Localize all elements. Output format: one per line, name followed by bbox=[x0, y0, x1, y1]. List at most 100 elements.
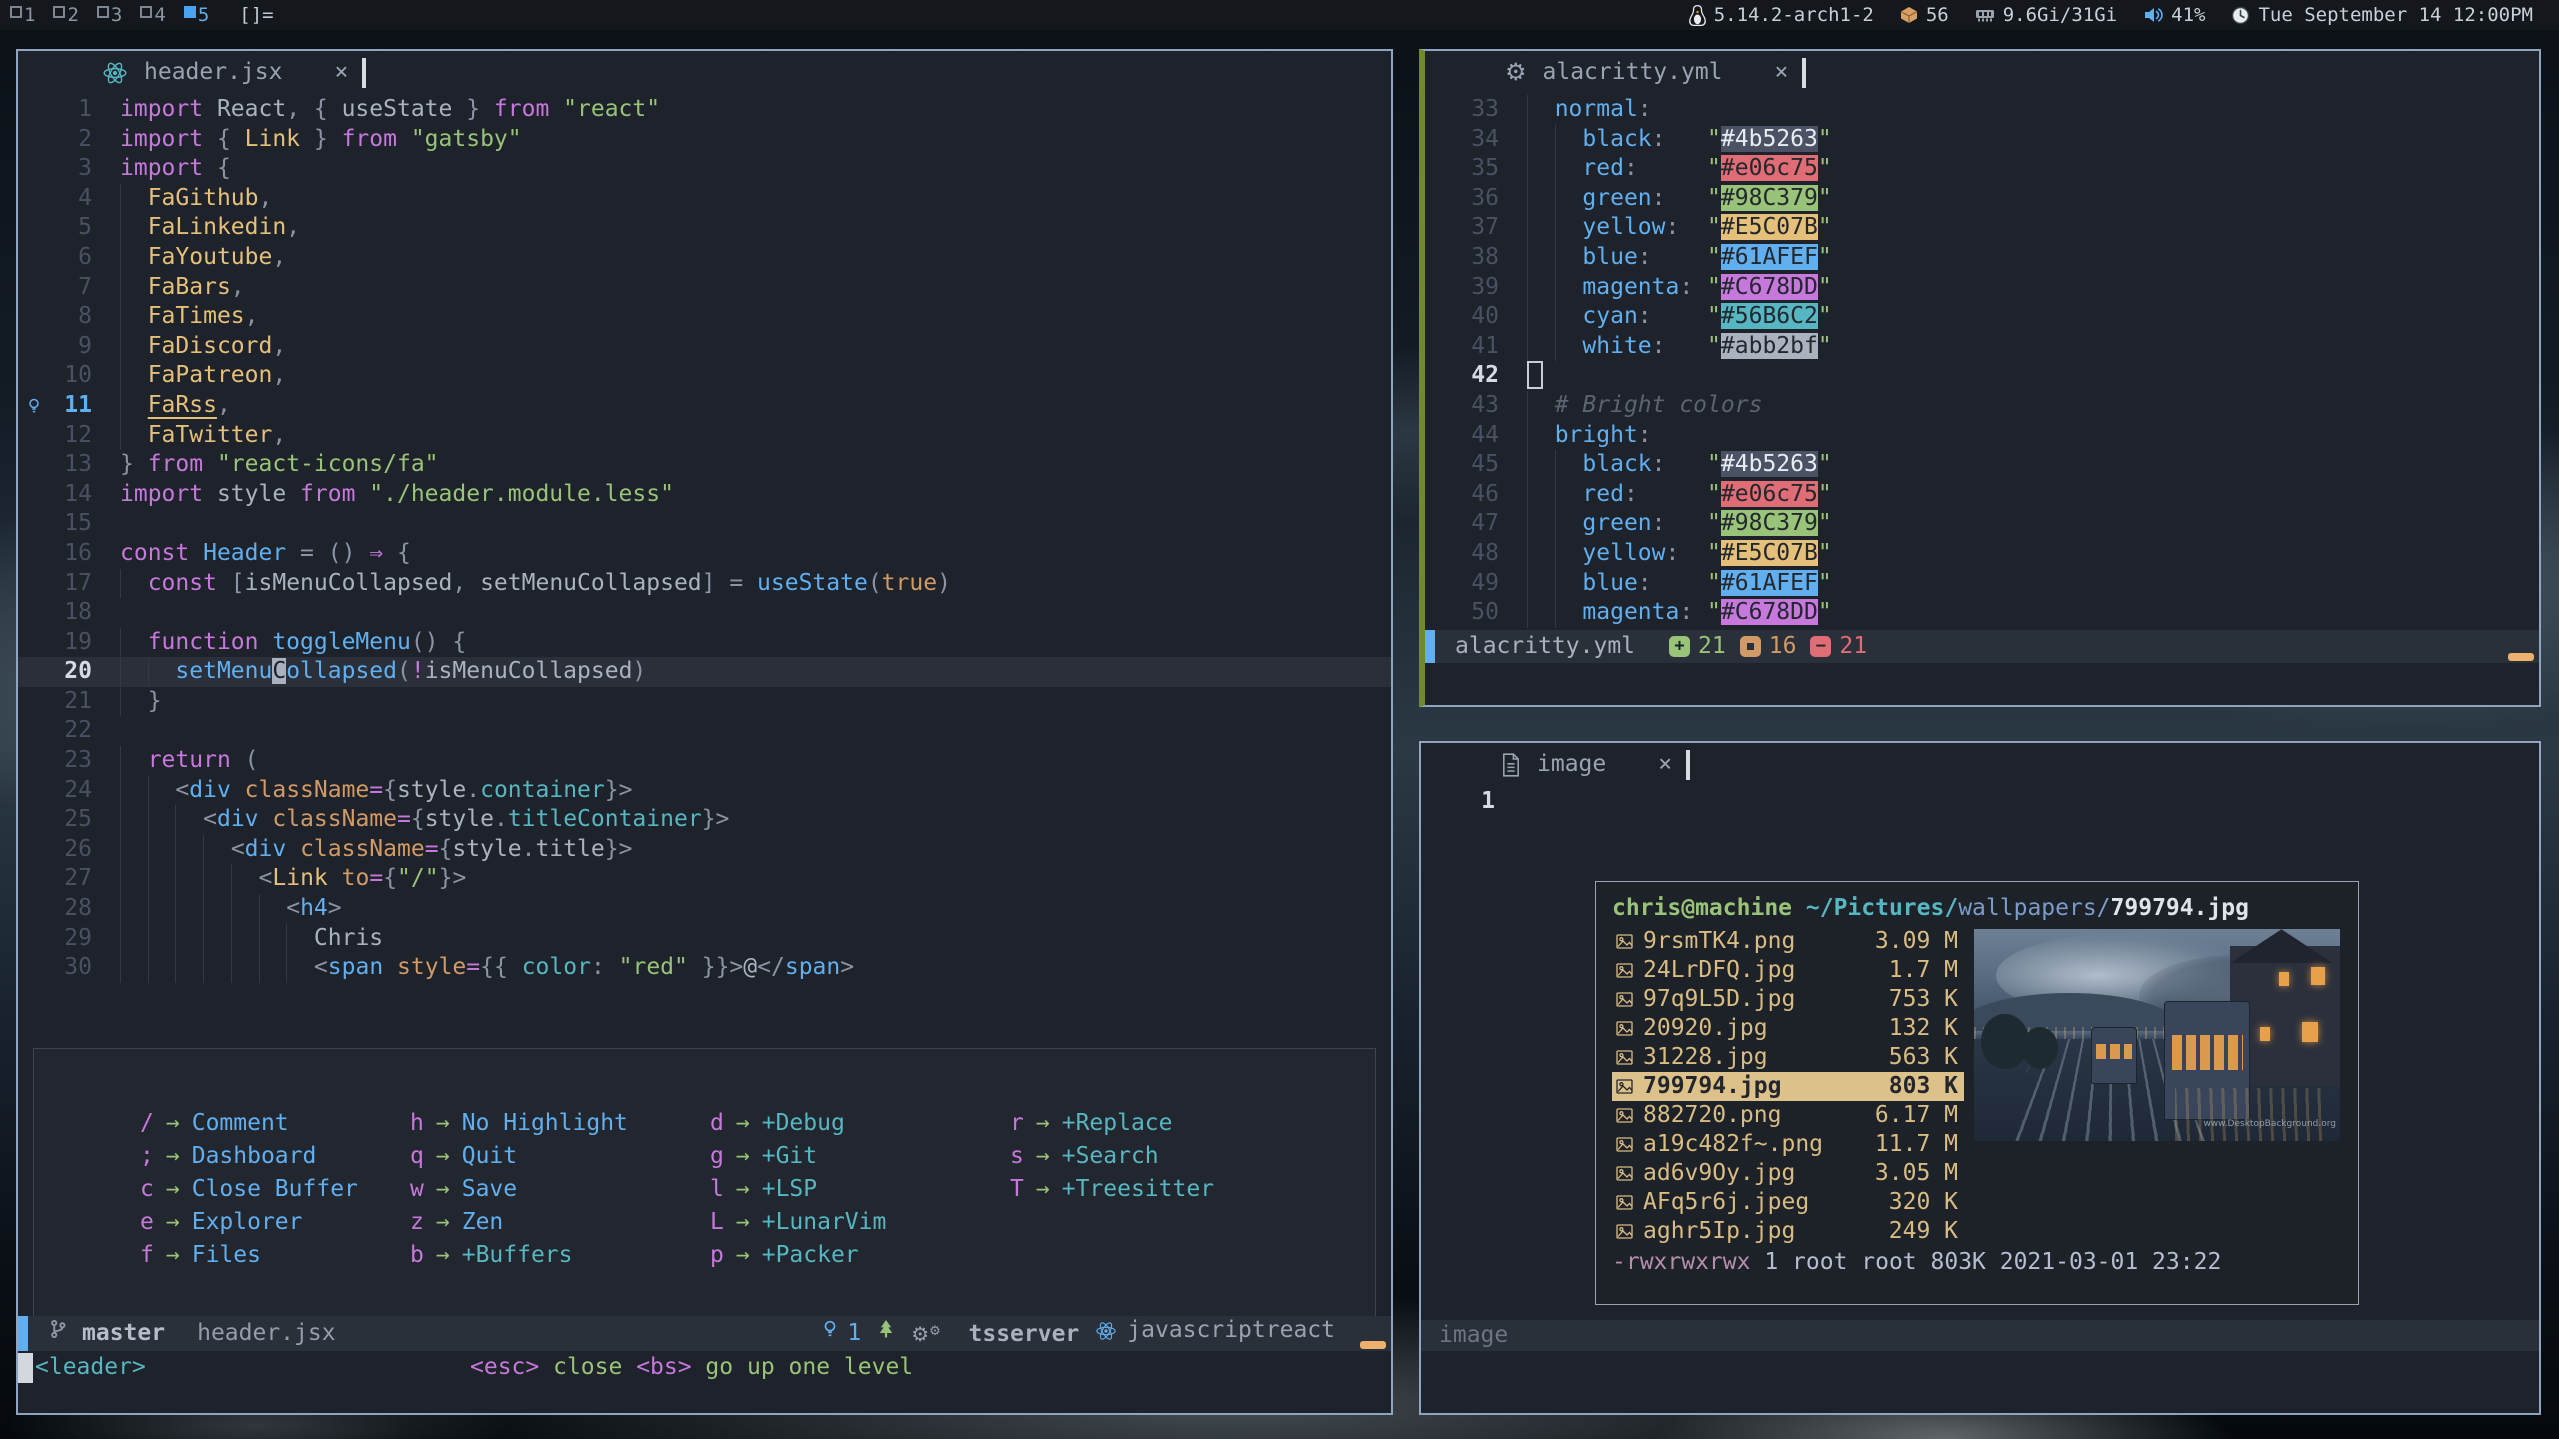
diagnostics-hint[interactable]: 1 bbox=[821, 1318, 861, 1349]
gears-icon: ⚙⚙ bbox=[911, 1322, 941, 1346]
code-line: 7 FaBars, bbox=[18, 273, 1391, 303]
file-row[interactable]: 24LrDFQ.jpg1.7 M bbox=[1612, 956, 1964, 985]
line-number: 21 bbox=[18, 687, 92, 717]
tab-close-icon[interactable]: × bbox=[334, 58, 348, 88]
whichkey-binding-q[interactable]: q→Quit bbox=[410, 1140, 628, 1173]
line-number: 9 bbox=[18, 332, 92, 362]
code-line: 15 bbox=[18, 509, 1391, 539]
workspace-marker bbox=[53, 6, 65, 18]
statusline-yaml: alacritty.yml +21 16 −21 bbox=[1425, 630, 2539, 663]
code-line: 47 green: "#98C379" bbox=[1425, 509, 2539, 539]
tram-far bbox=[2091, 1027, 2137, 1084]
tabline-cursor bbox=[362, 58, 366, 88]
color-swatch: #C678DD bbox=[1721, 599, 1818, 625]
line-number: 11 bbox=[18, 391, 92, 421]
file-row[interactable]: 97q9L5D.jpg753 K bbox=[1612, 985, 1964, 1014]
file-row[interactable]: AFq5r6j.jpeg320 K bbox=[1612, 1188, 1964, 1217]
line-number: 37 bbox=[1425, 213, 1499, 243]
cmdline-left[interactable]: <leader> <esc> close <bs> go up one leve… bbox=[18, 1351, 1391, 1385]
tab-close-icon[interactable]: × bbox=[1775, 58, 1789, 88]
arrow-right-icon: → bbox=[736, 1142, 750, 1172]
code-buffer-header-jsx[interactable]: 1import React, { useState } from "react"… bbox=[18, 95, 1391, 1316]
whichkey-binding-T[interactable]: T→+Treesitter bbox=[1010, 1173, 1214, 1206]
top-status-bar: 1 2 3 4 5 []= 5.14.2-arch1-2 56 9.6Gi/31… bbox=[0, 0, 2559, 30]
workspace-3[interactable]: 3 bbox=[93, 4, 136, 26]
color-swatch: #98C379 bbox=[1721, 185, 1818, 211]
whichkey-binding-d[interactable]: d→+Debug bbox=[710, 1107, 886, 1140]
code-line: 48 yellow: "#E5C07B" bbox=[1425, 539, 2539, 569]
file-name: aghr5Ip.jpg bbox=[1643, 1217, 1862, 1247]
workspace-1[interactable]: 1 bbox=[6, 4, 49, 26]
file-row[interactable]: 31228.jpg563 K bbox=[1612, 1043, 1964, 1072]
line-number: 41 bbox=[1425, 332, 1499, 362]
arrow-right-icon: → bbox=[1036, 1175, 1050, 1205]
code-line: 11 FaRss, bbox=[18, 391, 1391, 421]
tab-close-icon[interactable]: × bbox=[1658, 750, 1672, 780]
image-file-icon bbox=[1616, 1224, 1633, 1239]
whichkey-binding-g[interactable]: g→+Git bbox=[710, 1140, 886, 1173]
file-row[interactable]: a19c482f~.png11.7 M bbox=[1612, 1130, 1964, 1159]
volume-status[interactable]: 41% bbox=[2143, 4, 2205, 26]
whichkey-binding-h[interactable]: h→No Highlight bbox=[410, 1107, 628, 1140]
file-row[interactable]: 9rsmTK4.png3.09 M bbox=[1612, 927, 1964, 956]
whichkey-binding-c[interactable]: c→Close Buffer bbox=[140, 1173, 358, 1206]
color-swatch: #E5C07B bbox=[1721, 540, 1818, 566]
whichkey-binding-f[interactable]: f→Files bbox=[140, 1239, 358, 1272]
whichkey-binding-w[interactable]: w→Save bbox=[410, 1173, 628, 1206]
image-file-icon bbox=[1616, 1166, 1633, 1181]
color-swatch: #e06c75 bbox=[1721, 155, 1818, 181]
whichkey-binding-b[interactable]: b→+Buffers bbox=[410, 1239, 628, 1272]
treesitter-icon bbox=[877, 1318, 895, 1349]
whichkey-binding-/[interactable]: /→Comment bbox=[140, 1107, 358, 1140]
whichkey-binding-L[interactable]: L→+LunarVim bbox=[710, 1206, 886, 1239]
line-number: 45 bbox=[1425, 450, 1499, 480]
whichkey-binding-l[interactable]: l→+LSP bbox=[710, 1173, 886, 1206]
workspace-2[interactable]: 2 bbox=[49, 4, 92, 26]
image-buffer[interactable]: chris@machine ~/Pictures/wallpapers/7997… bbox=[1421, 817, 2539, 1320]
code-line: 4 FaGithub, bbox=[18, 184, 1391, 214]
file-size: 11.7 M bbox=[1862, 1130, 1958, 1160]
line-number: 34 bbox=[1425, 125, 1499, 155]
code-line: 14import style from "./header.module.les… bbox=[18, 480, 1391, 510]
tab-title: image bbox=[1537, 750, 1606, 780]
line-number: 39 bbox=[1425, 273, 1499, 303]
line-number: 8 bbox=[18, 302, 92, 332]
lsp-server[interactable]: ⚙⚙ tsserver bbox=[911, 1317, 1079, 1350]
code-buffer-alacritty[interactable]: 33 normal:34 black: "#4b5263"35 red: "#e… bbox=[1425, 95, 2539, 630]
line-number: 23 bbox=[18, 746, 92, 776]
cursor-block: C bbox=[272, 658, 286, 684]
file-row[interactable]: 20920.jpg132 K bbox=[1612, 1014, 1964, 1043]
tab-alacritty-yml[interactable]: ⚙ alacritty.yml × bbox=[1505, 58, 1788, 88]
file-size: 6.17 M bbox=[1862, 1101, 1958, 1131]
whichkey-binding-s[interactable]: s→+Search bbox=[1010, 1140, 1214, 1173]
arrow-right-icon: → bbox=[166, 1142, 180, 1172]
file-row[interactable]: 882720.png6.17 M bbox=[1612, 1101, 1964, 1130]
workspace-5-active[interactable]: 5 bbox=[180, 4, 223, 26]
whichkey-binding-;[interactable]: ;→Dashboard bbox=[140, 1140, 358, 1173]
whichkey-binding-e[interactable]: e→Explorer bbox=[140, 1206, 358, 1239]
whichkey-binding-p[interactable]: p→+Packer bbox=[710, 1239, 886, 1272]
file-name: 882720.png bbox=[1643, 1101, 1862, 1131]
line-number: 14 bbox=[18, 480, 92, 510]
whichkey-column: r→+Replaces→+SearchT→+Treesitter bbox=[1010, 1107, 1214, 1206]
tab-image[interactable]: image × bbox=[1501, 750, 1672, 780]
code-line: 20 setMenuCollapsed(!isMenuCollapsed) bbox=[18, 657, 1391, 687]
image-file-icon bbox=[1616, 1195, 1633, 1210]
file-row[interactable]: ad6v9Oy.jpg3.05 M bbox=[1612, 1159, 1964, 1188]
tab-header-jsx[interactable]: header.jsx × bbox=[102, 58, 348, 88]
whichkey-binding-z[interactable]: z→Zen bbox=[410, 1206, 628, 1239]
color-swatch: #98C379 bbox=[1721, 510, 1818, 536]
system-status-area: 5.14.2-arch1-2 56 9.6Gi/31Gi 41% Tue Sep… bbox=[1675, 4, 2559, 26]
whichkey-binding-r[interactable]: r→+Replace bbox=[1010, 1107, 1214, 1140]
tabline-cursor bbox=[1802, 58, 1806, 88]
line-number: 12 bbox=[18, 421, 92, 451]
file-row-selected[interactable]: 799794.jpg803 K bbox=[1612, 1072, 1964, 1101]
code-line: 49 blue: "#61AFEF" bbox=[1425, 569, 2539, 599]
arrow-right-icon: → bbox=[436, 1175, 450, 1205]
workspace-4[interactable]: 4 bbox=[136, 4, 179, 26]
package-icon bbox=[1900, 6, 1918, 24]
git-branch-name[interactable]: master bbox=[82, 1319, 165, 1349]
line-number: 33 bbox=[1425, 95, 1499, 125]
wallpaper-thumbnail: www.DesktopBackground.org bbox=[1974, 929, 2340, 1141]
file-row[interactable]: aghr5Ip.jpg249 K bbox=[1612, 1217, 1964, 1246]
